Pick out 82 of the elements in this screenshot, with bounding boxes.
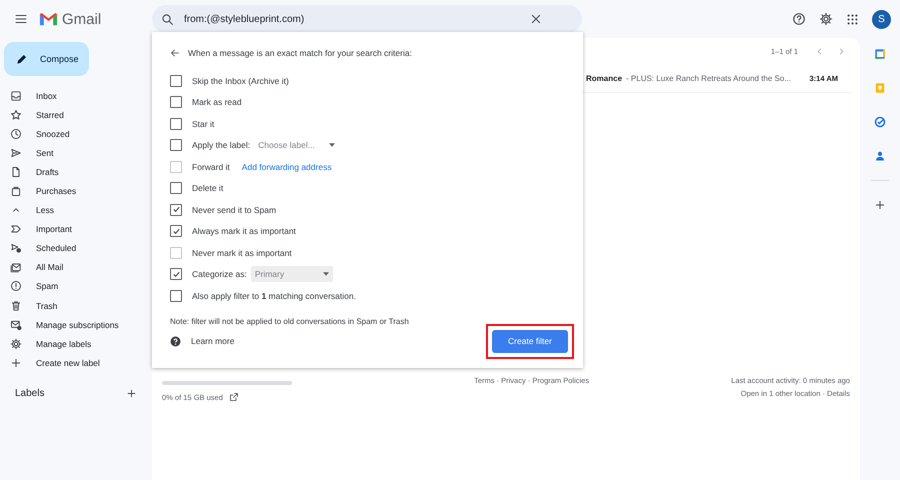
create-filter-button[interactable]: Create filter: [492, 330, 568, 352]
close-icon[interactable]: [530, 13, 542, 25]
person-icon[interactable]: [874, 150, 886, 162]
sidebar-item[interactable]: All Mail: [0, 258, 130, 277]
add-icon[interactable]: [874, 199, 886, 211]
option-label: Categorize as:: [192, 269, 247, 280]
option-label: Mark as read: [192, 97, 242, 108]
clock-icon: [10, 128, 22, 140]
document-icon: [10, 166, 22, 178]
checkbox[interactable]: [170, 74, 182, 87]
trash-icon: [10, 300, 22, 312]
sidebar-item[interactable]: Starred: [0, 105, 130, 124]
sidebar-item[interactable]: Create new label: [0, 353, 130, 372]
option-label: Star it: [192, 118, 214, 129]
checkbox[interactable]: [170, 204, 182, 216]
option-label: Never send it to Spam: [192, 204, 276, 215]
email-snippet[interactable]: - PLUS: Luxe Ranch Retreats Around the So...: [626, 74, 791, 82]
app-name: Gmail: [62, 10, 102, 28]
alert-circle-icon: [10, 280, 22, 292]
check-icon: [172, 226, 180, 236]
checkbox[interactable]: [170, 225, 182, 238]
option-label: Apply the label:: [192, 140, 250, 150]
search-icon[interactable]: [161, 12, 174, 26]
send-icon: [10, 146, 22, 159]
dropdown-caret-icon: [328, 143, 335, 148]
sidebar-item[interactable]: Drafts: [0, 162, 130, 182]
sidebar-item[interactable]: Purchases: [0, 181, 130, 201]
back-arrow-icon[interactable]: [170, 48, 180, 58]
option-label: Forward it: [192, 162, 230, 172]
checkbox[interactable]: [170, 182, 182, 194]
sidebar-item[interactable]: Inbox: [0, 86, 130, 106]
email-subject[interactable]: Romance: [586, 74, 622, 82]
help-icon[interactable]: [170, 336, 181, 346]
option-label: Skip the Inbox (Archive it): [192, 76, 289, 86]
sidebar-item[interactable]: Important: [0, 220, 130, 239]
option-label: Never mark it as important: [192, 248, 292, 258]
sidebar-item[interactable]: Sent: [0, 143, 130, 162]
mail-stack-icon: [10, 261, 22, 274]
sidebar-item[interactable]: Manage subscriptions: [0, 315, 130, 334]
learn-more-link[interactable]: Learn more: [191, 336, 234, 346]
task-check-icon[interactable]: [874, 116, 886, 128]
filter-note: Note: filter will not be applied to old conversations in Spam or Trash: [170, 316, 410, 326]
checkbox[interactable]: [170, 96, 182, 108]
option-label: Delete it: [192, 183, 224, 194]
avatar[interactable]: S: [872, 10, 891, 28]
sidebar-item[interactable]: Spam: [0, 276, 130, 296]
check-icon: [172, 270, 180, 279]
compose-button[interactable]: Compose: [4, 42, 89, 76]
sidebar-item[interactable]: Snoozed: [0, 124, 130, 144]
settings-icon[interactable]: [819, 12, 833, 26]
shopping-bag-icon: [10, 185, 22, 198]
add-label-icon[interactable]: [126, 388, 137, 400]
calendar-icon[interactable]: [874, 48, 886, 60]
settings-icon: [10, 338, 22, 350]
label-marker-icon: [10, 223, 22, 236]
sidebar-item[interactable]: Manage labels: [0, 334, 130, 354]
dropdown-caret-icon: [322, 272, 329, 276]
sidebar-item[interactable]: Trash: [0, 296, 130, 316]
plus-icon: [10, 356, 22, 369]
checkbox[interactable]: [170, 118, 182, 130]
search-field[interactable]: from:(@styleblueprint.com): [152, 5, 582, 33]
menu-icon[interactable]: [14, 12, 28, 26]
external-link-icon[interactable]: [228, 392, 239, 402]
checkbox[interactable]: [170, 139, 182, 152]
pencil-icon: [16, 53, 28, 65]
option-label: Also apply filter to 1 matching conversation.: [192, 290, 356, 301]
checkbox[interactable]: [170, 268, 182, 280]
label-dropdown[interactable]: Choose label...: [254, 137, 339, 154]
filter-heading: When a message is an exact match for your search criteria:: [188, 48, 412, 58]
inbox-icon: [10, 90, 22, 102]
option-label: Always mark it as important: [192, 226, 296, 236]
section-heading: Labels: [15, 388, 44, 400]
check-icon: [172, 205, 180, 214]
scheduled-send-icon: [10, 242, 22, 254]
help-icon[interactable]: [792, 12, 806, 26]
mail-badge-icon: [10, 318, 22, 331]
apps-grid-icon[interactable]: [846, 12, 859, 26]
gmail-logo-icon: [39, 12, 58, 26]
checkbox[interactable]: [170, 290, 182, 302]
sidebar-item[interactable]: Less: [0, 200, 130, 220]
sidebar-item[interactable]: Scheduled: [0, 238, 130, 258]
star-icon: [10, 108, 22, 121]
